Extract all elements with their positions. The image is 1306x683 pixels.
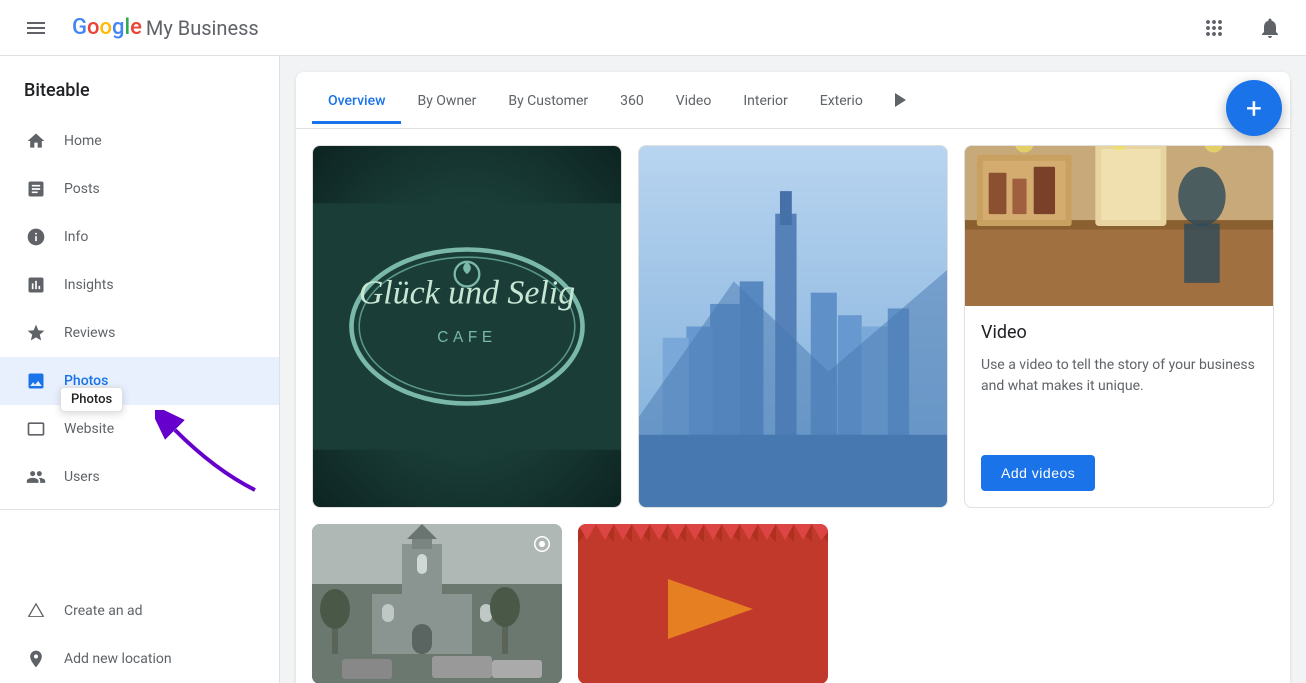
users-label: Users: [64, 469, 100, 485]
sidebar-item-insights[interactable]: Insights: [0, 261, 279, 309]
insights-icon: [24, 273, 48, 297]
grid-apps-icon[interactable]: [1194, 8, 1234, 48]
sidebar-item-home[interactable]: Home: [0, 117, 279, 165]
topbar: Google My Business: [0, 0, 1306, 56]
profile-card-body: Profile Your profile photo is used to sh…: [313, 507, 621, 508]
bottom-images-row: [296, 524, 1290, 683]
photo-cards-grid: Glück und Selig CAFE Profile Your profil…: [296, 129, 1290, 524]
brand-name: Biteable: [0, 56, 279, 117]
tab-exterior[interactable]: Exterio: [804, 77, 879, 124]
add-videos-button[interactable]: Add videos: [981, 455, 1095, 491]
photos-tooltip: Photos: [60, 387, 123, 412]
app-logo: Google My Business: [72, 15, 259, 40]
users-icon: [24, 465, 48, 489]
nav-divider: [0, 509, 279, 510]
tab-by-customer[interactable]: By Customer: [492, 77, 604, 124]
home-icon: [24, 129, 48, 153]
info-icon: [24, 225, 48, 249]
create-ad-icon: [24, 599, 48, 623]
sidebar-item-add-location[interactable]: Add new location: [0, 635, 279, 683]
video-thumbnail-image: [578, 524, 828, 683]
sidebar-item-reviews[interactable]: Reviews: [0, 309, 279, 357]
reviews-icon: [24, 321, 48, 345]
profile-card-image: Glück und Selig CAFE: [313, 146, 621, 507]
video-card: Video Use a video to tell the story of y…: [964, 145, 1274, 508]
sidebar-item-posts[interactable]: Posts: [0, 165, 279, 213]
main-layout: Biteable Home Posts: [0, 56, 1306, 683]
video-card-desc: Use a video to tell the story of your bu…: [981, 355, 1257, 435]
menu-icon[interactable]: [16, 8, 56, 48]
tab-video[interactable]: Video: [660, 77, 728, 124]
info-label: Info: [64, 229, 88, 245]
tab-360[interactable]: 360: [604, 77, 660, 124]
video-card-image: [965, 146, 1273, 306]
cover-card: Cover Your cover photo should showcase t…: [638, 145, 948, 508]
photos-tabs: Overview By Owner By Customer 360 Video …: [296, 72, 1290, 129]
website-label: Website: [64, 421, 114, 437]
video-card-body: Video Use a video to tell the story of y…: [965, 306, 1273, 507]
tab-by-owner[interactable]: By Owner: [401, 77, 492, 124]
svg-text:CAFE: CAFE: [437, 329, 497, 346]
create-ad-label: Create an ad: [64, 603, 143, 619]
sidebar-item-info[interactable]: Info: [0, 213, 279, 261]
sidebar-item-create-ad[interactable]: Create an ad: [0, 587, 279, 635]
insights-label: Insights: [64, 277, 114, 293]
fab-add-button[interactable]: +: [1226, 80, 1282, 136]
tab-overview[interactable]: Overview: [312, 77, 401, 124]
notification-icon[interactable]: [1250, 8, 1290, 48]
product-name: My Business: [146, 16, 259, 40]
home-label: Home: [64, 133, 102, 149]
church-360-image: [312, 524, 562, 683]
posts-icon: [24, 177, 48, 201]
cover-card-image: [639, 146, 947, 507]
posts-label: Posts: [64, 181, 100, 197]
sidebar-item-website[interactable]: Website: [0, 405, 279, 453]
sidebar-bottom: Create an ad Add new location: [0, 587, 279, 683]
svg-text:Glück und Selig: Glück und Selig: [359, 274, 575, 311]
photos-icon: [24, 369, 48, 393]
tab-interior[interactable]: Interior: [727, 77, 803, 124]
sidebar: Biteable Home Posts: [0, 56, 280, 683]
sidebar-item-photos[interactable]: Photos Photos: [0, 357, 279, 405]
sidebar-item-users[interactable]: Users: [0, 453, 279, 501]
reviews-label: Reviews: [64, 325, 115, 341]
tab-more-icon[interactable]: [879, 72, 919, 128]
add-location-icon: [24, 647, 48, 671]
360-icon: [530, 532, 554, 561]
profile-card: Glück und Selig CAFE Profile Your profil…: [312, 145, 622, 508]
cover-card-body: Cover Your cover photo should showcase t…: [639, 507, 947, 508]
main-content: Overview By Owner By Customer 360 Video …: [280, 56, 1306, 683]
website-icon: [24, 417, 48, 441]
photos-panel: Overview By Owner By Customer 360 Video …: [296, 72, 1290, 683]
add-location-label: Add new location: [64, 651, 172, 667]
video-card-title: Video: [981, 322, 1257, 343]
sidebar-nav: Home Posts Info: [0, 117, 279, 501]
